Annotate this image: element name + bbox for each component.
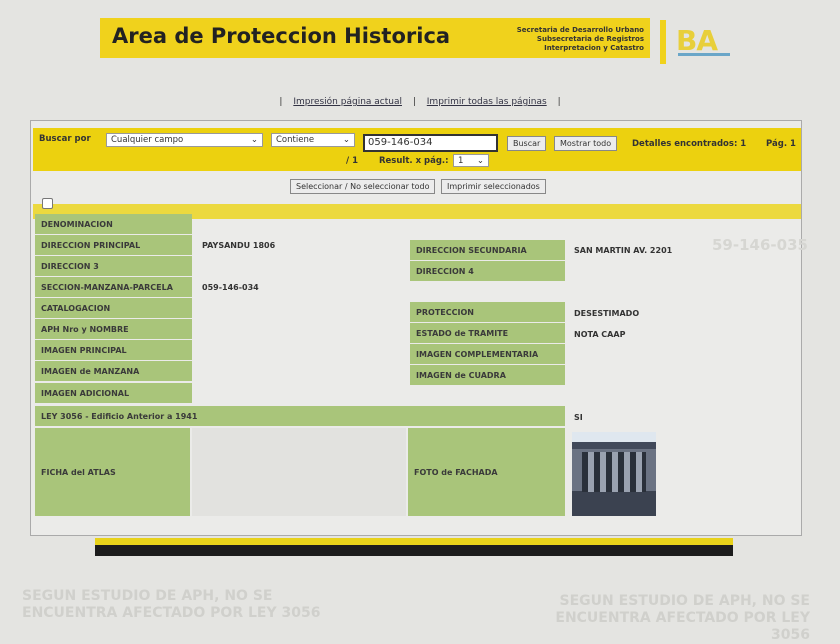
value-estado-tramite: NOTA CAAP bbox=[574, 329, 626, 339]
label-imagen-adicional: IMAGEN ADICIONAL bbox=[35, 383, 192, 403]
logo-underline bbox=[678, 53, 730, 56]
label-direccion-principal: DIRECCION PRINCIPAL bbox=[35, 235, 192, 255]
record-checkbox[interactable] bbox=[42, 198, 53, 209]
page-total: / 1 bbox=[346, 156, 358, 166]
label-estado-tramite: ESTADO de TRAMITE bbox=[410, 323, 565, 343]
separator: | bbox=[279, 97, 283, 107]
page-indicator: Pág. 1 bbox=[766, 139, 796, 149]
per-page-value: 1 bbox=[458, 155, 464, 166]
label-ficha-atlas: FICHA del ATLAS bbox=[35, 428, 190, 516]
photo-windows bbox=[582, 452, 646, 492]
secretaria-line: Subsecretaria de Registros bbox=[536, 35, 644, 43]
bleed-through-text-right: SEGUN ESTUDIO DE APH, NO SE ENCUENTRA AF… bbox=[555, 593, 810, 643]
label-imagen-manzana: IMAGEN de MANZANA bbox=[35, 361, 192, 381]
print-all-link[interactable]: Imprimir todas las páginas bbox=[427, 97, 547, 107]
search-input[interactable]: 059-146-034 bbox=[363, 134, 498, 152]
separator: | bbox=[412, 97, 416, 107]
details-found: Detalles encontrados: 1 bbox=[632, 139, 747, 149]
footer-yellow-bar bbox=[95, 538, 733, 545]
mostrar-todo-button[interactable]: Mostrar todo bbox=[554, 136, 618, 151]
secretaria-line: Interpretacion y Catastro bbox=[544, 44, 644, 52]
label-foto-fachada: FOTO de FACHADA bbox=[408, 428, 565, 516]
chevron-down-icon: ⌄ bbox=[342, 135, 350, 145]
print-links: | Impresión página actual | Imprimir tod… bbox=[0, 97, 840, 107]
facade-photo[interactable] bbox=[572, 432, 656, 516]
value-direccion-principal: PAYSANDU 1806 bbox=[202, 240, 276, 250]
label-direccion-3: DIRECCION 3 bbox=[35, 256, 192, 276]
label-direccion-secundaria: DIRECCION SECUNDARIA bbox=[410, 240, 565, 260]
label-aph: APH Nro y NOMBRE bbox=[35, 319, 192, 339]
secretaria-line: Secretaria de Desarrollo Urbano bbox=[516, 26, 644, 34]
footer-black-bar bbox=[95, 545, 733, 556]
label-smp: SECCION-MANZANA-PARCELA bbox=[35, 277, 192, 297]
label-ley-3056: LEY 3056 - Edificio Anterior a 1941 bbox=[35, 406, 565, 426]
search-label: Buscar por bbox=[39, 134, 91, 144]
label-direccion-4: DIRECCION 4 bbox=[410, 261, 565, 281]
value-direccion-secundaria: SAN MARTIN AV. 2201 bbox=[574, 245, 673, 255]
buscar-button[interactable]: Buscar bbox=[507, 136, 547, 151]
field-select[interactable]: Cualquier campo ⌄ bbox=[106, 133, 263, 147]
label-catalogacion: CATALOGACION bbox=[35, 298, 192, 318]
field-select-value: Cualquier campo bbox=[111, 135, 184, 145]
page-title: Area de Proteccion Historica bbox=[112, 24, 451, 48]
label-imagen-principal: IMAGEN PRINCIPAL bbox=[35, 340, 192, 360]
chevron-down-icon: ⌄ bbox=[476, 155, 484, 166]
value-ley-3056: SI bbox=[574, 412, 583, 422]
operator-select-value: Contiene bbox=[276, 135, 315, 145]
select-all-button[interactable]: Seleccionar / No seleccionar todo bbox=[290, 179, 436, 194]
label-imagen-complementaria: IMAGEN COMPLEMENTARIA bbox=[410, 344, 565, 364]
print-selected-button[interactable]: Imprimir seleccionados bbox=[441, 179, 546, 194]
chevron-down-icon: ⌄ bbox=[250, 135, 258, 145]
print-current-link[interactable]: Impresión página actual bbox=[293, 97, 402, 107]
separator: | bbox=[557, 97, 561, 107]
divider bbox=[660, 20, 666, 64]
ficha-atlas-image[interactable] bbox=[192, 428, 406, 516]
value-proteccion: DESESTIMADO bbox=[574, 308, 640, 318]
per-page-label: Result. x pág.: bbox=[379, 156, 449, 166]
label-imagen-cuadra: IMAGEN de CUADRA bbox=[410, 365, 565, 385]
operator-select[interactable]: Contiene ⌄ bbox=[271, 133, 355, 147]
search-bar: Buscar por Cualquier campo ⌄ Contiene ⌄ 05… bbox=[33, 128, 801, 171]
secretaria-text: Secretaria de Desarrollo Urbano Subsecre… bbox=[517, 26, 644, 53]
header-banner: Area de Proteccion Historica Secretaria … bbox=[100, 18, 650, 58]
per-page-select[interactable]: 1 ⌄ bbox=[453, 154, 489, 167]
bleed-through-code: 59-146-035 bbox=[712, 236, 808, 254]
value-smp: 059-146-034 bbox=[202, 282, 259, 292]
label-proteccion: PROTECCION bbox=[410, 302, 565, 322]
bleed-through-text-left: SEGUN ESTUDIO DE APH, NO SE ENCUENTRA AF… bbox=[22, 588, 321, 621]
label-denominacion: DENOMINACION bbox=[35, 214, 192, 234]
